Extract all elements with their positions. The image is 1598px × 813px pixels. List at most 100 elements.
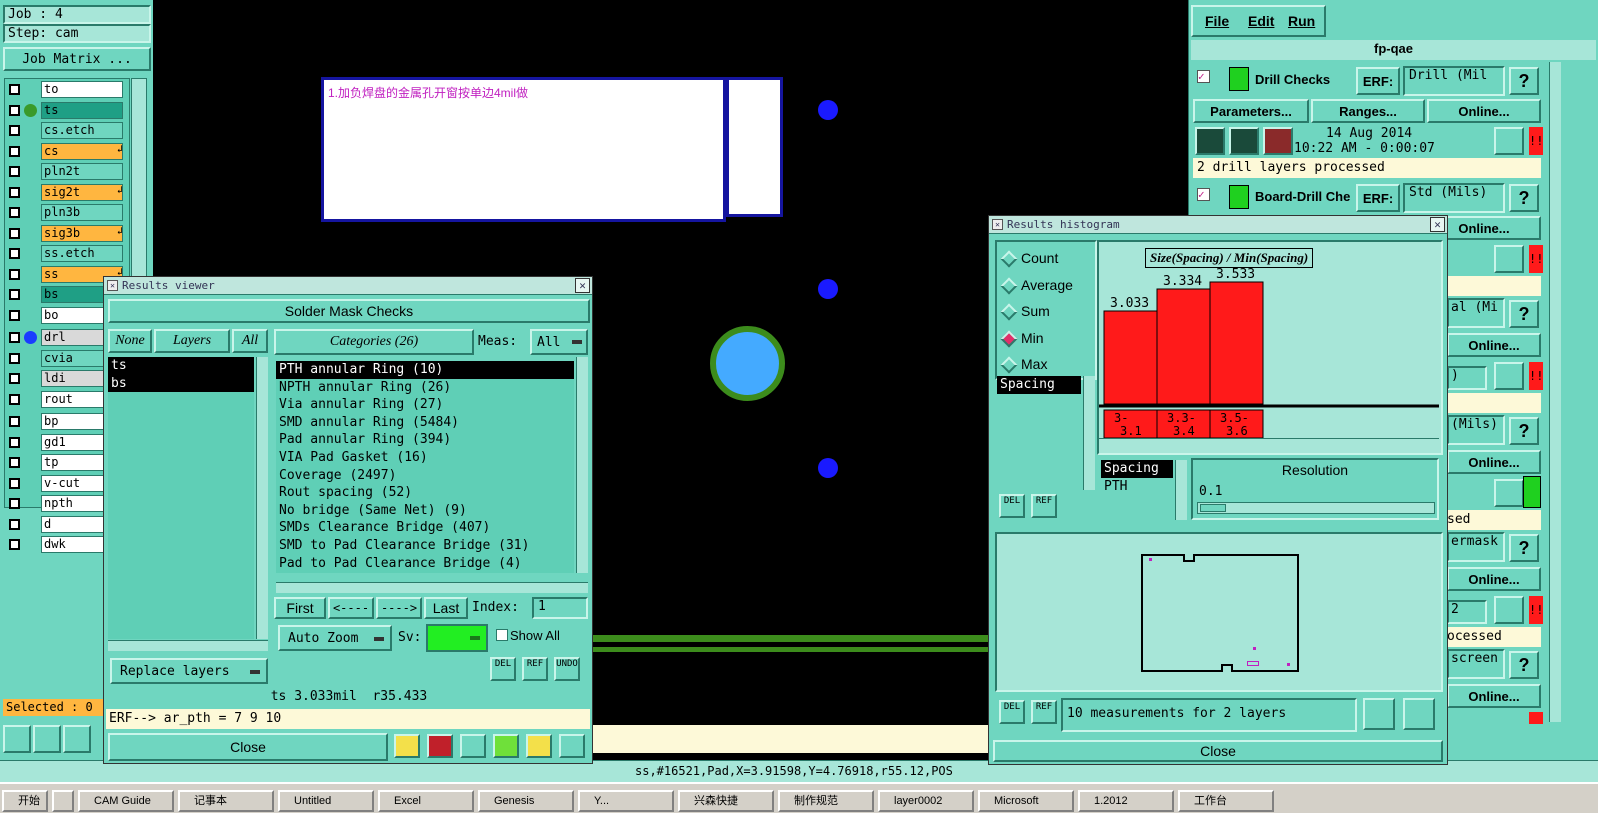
zoom-results-icon[interactable] bbox=[1494, 596, 1524, 624]
erf-field-partial[interactable]: ermask bbox=[1447, 532, 1505, 562]
online-button[interactable]: Online... bbox=[1447, 567, 1541, 591]
layer-row-pln3b[interactable]: pln3b bbox=[7, 204, 125, 221]
run-icon[interactable] bbox=[1263, 127, 1293, 155]
erf-field-partial[interactable]: ) bbox=[1447, 366, 1487, 390]
histogram-sub-item[interactable]: PTH bbox=[1101, 478, 1173, 496]
layer-row-cs.etch[interactable]: cs.etch bbox=[7, 122, 125, 139]
taskbar-item[interactable]: Genesis bbox=[478, 790, 574, 812]
resolution-slider[interactable] bbox=[1197, 502, 1435, 514]
category-item[interactable]: Rout spacing (52) bbox=[276, 484, 574, 502]
histogram-icon[interactable] bbox=[559, 734, 585, 758]
notes-icon[interactable] bbox=[526, 734, 552, 758]
radio-min[interactable] bbox=[1000, 330, 1018, 347]
layer-checkbox[interactable] bbox=[9, 309, 20, 321]
show-all-checkbox[interactable] bbox=[496, 629, 508, 641]
zoom-to-result-icon[interactable] bbox=[1363, 698, 1395, 730]
parameters-button[interactable]: Parameters... bbox=[1193, 99, 1309, 123]
category-scrollbar[interactable] bbox=[576, 357, 588, 573]
menu-file[interactable]: File bbox=[1205, 13, 1229, 29]
layer-checkbox[interactable] bbox=[9, 207, 20, 218]
histogram-bar[interactable] bbox=[1209, 281, 1264, 405]
category-item[interactable]: NPTH annular Ring (26) bbox=[276, 379, 574, 397]
index-input[interactable]: 1 bbox=[532, 597, 588, 619]
del-icon[interactable]: DEL bbox=[999, 700, 1025, 724]
erf-field-partial[interactable]: al (Mi bbox=[1447, 298, 1505, 328]
layer-checkbox[interactable] bbox=[9, 84, 20, 95]
help-button[interactable]: ? bbox=[1509, 651, 1539, 679]
category-item[interactable]: Coverage (2497) bbox=[276, 467, 574, 485]
prev-button[interactable]: <---- bbox=[328, 597, 374, 619]
histogram-hscroll[interactable] bbox=[1099, 438, 1439, 449]
run-icon[interactable] bbox=[1195, 127, 1225, 155]
category-item[interactable]: Via annular Ring (27) bbox=[276, 396, 574, 414]
layer-results-item[interactable]: bs bbox=[108, 374, 254, 393]
category-item[interactable]: VIA Pad Gasket (16) bbox=[276, 449, 574, 467]
radio-count[interactable] bbox=[1000, 250, 1018, 268]
start-button[interactable]: 开始 bbox=[2, 790, 48, 812]
zoom-tool-icon[interactable] bbox=[3, 725, 31, 753]
layer-checkbox[interactable] bbox=[9, 498, 20, 509]
taskbar-item[interactable]: 兴森快捷 bbox=[678, 790, 774, 812]
next-button[interactable]: ----> bbox=[376, 597, 422, 619]
layer-row-cs[interactable]: cs ↲ bbox=[7, 142, 125, 160]
layers-all-button[interactable]: All bbox=[232, 329, 268, 353]
layer-row-sig3b[interactable]: sig3b ↲ bbox=[7, 224, 125, 242]
del-icon[interactable]: DEL bbox=[999, 494, 1025, 518]
measure-tool-icon[interactable] bbox=[33, 725, 61, 753]
online-button[interactable]: Online... bbox=[1447, 684, 1541, 708]
job-matrix-button[interactable]: Job Matrix ... bbox=[3, 47, 151, 71]
sheet-icon[interactable] bbox=[493, 734, 519, 758]
layer-checkbox[interactable] bbox=[9, 436, 20, 448]
histogram-close-button[interactable]: Close bbox=[993, 740, 1443, 762]
sv-color-select[interactable] bbox=[426, 624, 488, 652]
layer-row-pln2t[interactable]: pln2t bbox=[7, 163, 125, 180]
radio-sum[interactable] bbox=[1000, 303, 1018, 321]
meas-select[interactable]: All bbox=[530, 329, 588, 355]
layer-checkbox[interactable] bbox=[9, 166, 20, 177]
category-item[interactable]: No bridge (Same Net) (9) bbox=[276, 502, 574, 520]
taskbar-item[interactable]: 工作台 bbox=[1178, 790, 1274, 812]
drill-hole[interactable] bbox=[710, 326, 785, 401]
erf-field-partial[interactable]: (Mils) bbox=[1447, 415, 1505, 445]
histogram-field-item[interactable]: Spacing bbox=[997, 376, 1081, 394]
menu-run[interactable]: Run bbox=[1288, 13, 1315, 29]
category-item[interactable]: PTH annular Ring (10) bbox=[276, 361, 574, 379]
category-item[interactable]: Pad annular Ring (394) bbox=[276, 431, 574, 449]
layer-checkbox[interactable] bbox=[9, 416, 20, 427]
zoom-all-results-icon[interactable] bbox=[1403, 698, 1435, 730]
online-button[interactable]: Online... bbox=[1447, 333, 1541, 357]
layer-checkbox[interactable] bbox=[9, 393, 20, 405]
erf-field-partial[interactable]: screen bbox=[1447, 649, 1505, 679]
del-icon[interactable]: DEL bbox=[490, 657, 516, 681]
check-board-drill-erf-field[interactable]: Std (Mils) bbox=[1403, 183, 1505, 213]
taskbar-item[interactable]: 记事本 bbox=[178, 790, 274, 812]
taskbar-item[interactable]: Microsoft bbox=[978, 790, 1074, 812]
layers-header[interactable]: Layers bbox=[154, 329, 230, 353]
histogram-bar[interactable] bbox=[1103, 310, 1158, 405]
taskbar-item[interactable]: Untitled bbox=[278, 790, 374, 812]
layer-checkbox[interactable] bbox=[9, 125, 20, 136]
undo-icon[interactable]: UNDO bbox=[554, 657, 580, 681]
zoom-results-icon[interactable] bbox=[1494, 479, 1524, 507]
layer-checkbox[interactable] bbox=[9, 352, 20, 364]
layer-checkbox[interactable] bbox=[9, 373, 20, 384]
help-button[interactable]: ? bbox=[1509, 417, 1539, 445]
grid-tool-icon[interactable] bbox=[63, 725, 91, 753]
category-item[interactable]: SMD to Pad Clearance Bridge (31) bbox=[276, 537, 574, 555]
qae-scrollbar[interactable] bbox=[1549, 62, 1561, 722]
taskbar-item[interactable]: Excel bbox=[378, 790, 474, 812]
layer-checkbox[interactable] bbox=[9, 477, 20, 489]
layer-checkbox[interactable] bbox=[9, 289, 20, 300]
layer-checkbox[interactable] bbox=[9, 332, 20, 343]
erf-field-partial[interactable]: 2 bbox=[1447, 600, 1487, 624]
layers-none-button[interactable]: None bbox=[108, 329, 152, 353]
check-drill-erf-button[interactable]: ERF: bbox=[1356, 67, 1400, 95]
ref-icon[interactable]: REF bbox=[522, 657, 548, 681]
layer-checkbox[interactable] bbox=[9, 539, 20, 550]
layer-checkbox[interactable] bbox=[9, 186, 20, 198]
taskbar-item[interactable]: layer0002 bbox=[878, 790, 974, 812]
online-button[interactable]: Online... bbox=[1427, 99, 1541, 123]
radio-average[interactable] bbox=[1000, 277, 1018, 294]
layer-checkbox[interactable] bbox=[9, 248, 20, 259]
layer-checkbox[interactable] bbox=[9, 268, 20, 280]
